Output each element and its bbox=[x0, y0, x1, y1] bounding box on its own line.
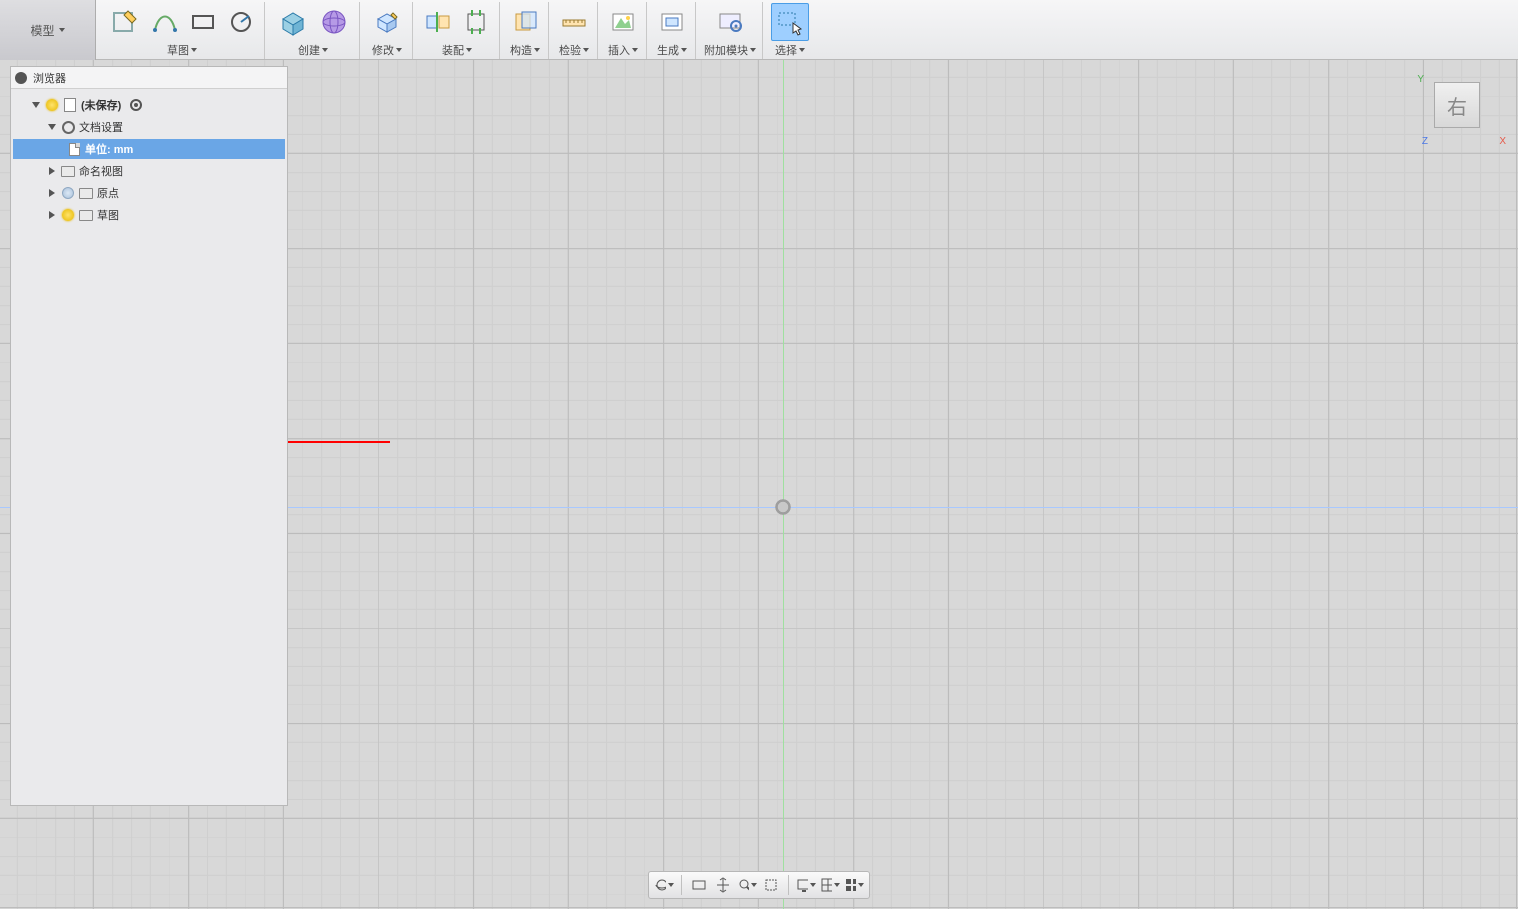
browser-header[interactable]: 浏览器 bbox=[11, 67, 287, 89]
measure-tool[interactable] bbox=[557, 5, 591, 39]
select-tool[interactable] bbox=[771, 3, 809, 41]
tree-doc-settings[interactable]: 文档设置 bbox=[13, 117, 285, 137]
display-settings-button[interactable] bbox=[795, 874, 817, 896]
browser-tree: (未保存) 文档设置 单位: mm 命名视图 原点 草图 bbox=[11, 89, 287, 231]
named-views-label: 命名视图 bbox=[79, 163, 123, 179]
activate-icon[interactable] bbox=[130, 99, 142, 111]
bulb-on-icon[interactable] bbox=[62, 209, 74, 221]
navigation-toolbar bbox=[648, 871, 870, 899]
tree-units[interactable]: 单位: mm bbox=[13, 139, 285, 159]
group-label-make[interactable]: 生成 bbox=[657, 42, 687, 58]
tree-root[interactable]: (未保存) bbox=[13, 95, 285, 115]
caret-icon[interactable] bbox=[47, 167, 57, 175]
presspull-tool[interactable] bbox=[368, 3, 406, 41]
tree-sketches[interactable]: 草图 bbox=[13, 205, 285, 225]
joint-tool[interactable] bbox=[421, 5, 455, 39]
caret-icon[interactable] bbox=[47, 189, 57, 197]
orbit-button[interactable] bbox=[653, 874, 675, 896]
origin-marker bbox=[774, 498, 792, 516]
zoom-button[interactable] bbox=[736, 874, 758, 896]
sketches-label: 草图 bbox=[97, 207, 119, 223]
group-label-sketch[interactable]: 草图 bbox=[167, 42, 197, 58]
circle-tool[interactable] bbox=[224, 5, 258, 39]
tree-named-views[interactable]: 命名视图 bbox=[13, 161, 285, 181]
separator bbox=[681, 875, 682, 895]
document-icon bbox=[64, 98, 76, 112]
fit-button[interactable] bbox=[760, 874, 782, 896]
axis-y-label: Y bbox=[1417, 74, 1424, 85]
doc-settings-label: 文档设置 bbox=[79, 119, 123, 135]
group-make: 生成 bbox=[649, 2, 696, 59]
group-select: 选择 bbox=[765, 2, 815, 59]
caret-icon[interactable] bbox=[31, 102, 41, 108]
workspace-label: 模型 bbox=[30, 22, 54, 39]
browser-panel: 浏览器 (未保存) 文档设置 单位: mm 命名视图 原点 bbox=[10, 66, 288, 806]
viewports-button[interactable] bbox=[843, 874, 865, 896]
viewcube[interactable]: 右 bbox=[1434, 82, 1480, 128]
caret-icon[interactable] bbox=[47, 211, 57, 219]
browser-title: 浏览器 bbox=[33, 70, 66, 86]
box-tool[interactable] bbox=[273, 3, 311, 41]
folder-icon bbox=[79, 188, 93, 199]
group-label-inspect[interactable]: 检验 bbox=[559, 42, 589, 58]
insert-decal-tool[interactable] bbox=[606, 5, 640, 39]
group-label-select[interactable]: 选择 bbox=[775, 42, 805, 58]
tree-origin[interactable]: 原点 bbox=[13, 183, 285, 203]
folder-icon bbox=[61, 166, 75, 177]
units-label: 单位: mm bbox=[85, 141, 133, 157]
line-tool[interactable] bbox=[148, 5, 182, 39]
folder-icon bbox=[79, 210, 93, 221]
group-sketch: 草图 bbox=[100, 2, 265, 59]
group-label-create[interactable]: 创建 bbox=[298, 42, 328, 58]
main-toolbar: 模型 草图 创建 bbox=[0, 0, 1518, 60]
origin-label: 原点 bbox=[97, 185, 119, 201]
bulb-off-icon[interactable] bbox=[62, 187, 74, 199]
joint-origin-tool[interactable] bbox=[459, 5, 493, 39]
group-label-insert[interactable]: 插入 bbox=[608, 42, 638, 58]
separator bbox=[788, 875, 789, 895]
group-label-assembly[interactable]: 装配 bbox=[442, 42, 472, 58]
axis-x-label: X bbox=[1499, 136, 1506, 147]
page-icon bbox=[69, 143, 80, 156]
gear-icon bbox=[62, 121, 75, 134]
sphere-tool[interactable] bbox=[315, 3, 353, 41]
group-label-addins[interactable]: 附加模块 bbox=[704, 42, 756, 58]
print3d-tool[interactable] bbox=[655, 5, 689, 39]
group-construct: 构造 bbox=[502, 2, 549, 59]
viewcube-face: 右 bbox=[1447, 91, 1467, 120]
group-modify: 修改 bbox=[362, 2, 413, 59]
group-inspect: 检验 bbox=[551, 2, 598, 59]
group-label-construct[interactable]: 构造 bbox=[510, 42, 540, 58]
group-insert: 插入 bbox=[600, 2, 647, 59]
group-addins: 附加模块 bbox=[698, 2, 763, 59]
create-sketch-button[interactable] bbox=[106, 3, 144, 41]
group-create: 创建 bbox=[267, 2, 360, 59]
group-assembly: 装配 bbox=[415, 2, 500, 59]
pan-button[interactable] bbox=[712, 874, 734, 896]
root-label: (未保存) bbox=[81, 97, 121, 113]
workspace-switcher[interactable]: 模型 bbox=[0, 0, 96, 60]
collapse-icon[interactable] bbox=[15, 72, 27, 84]
lookat-button[interactable] bbox=[688, 874, 710, 896]
grid-settings-button[interactable] bbox=[819, 874, 841, 896]
group-label-modify[interactable]: 修改 bbox=[372, 42, 402, 58]
rectangle-tool[interactable] bbox=[186, 5, 220, 39]
bulb-on-icon[interactable] bbox=[46, 99, 58, 111]
chevron-down-icon bbox=[59, 28, 65, 32]
addins-tool[interactable] bbox=[713, 5, 747, 39]
toolbar-groups: 草图 创建 修改 装配 bbox=[96, 0, 1518, 59]
caret-icon[interactable] bbox=[47, 124, 57, 130]
plane-tool[interactable] bbox=[508, 5, 542, 39]
axis-z-label: Z bbox=[1422, 136, 1428, 147]
y-axis-line bbox=[783, 60, 784, 909]
